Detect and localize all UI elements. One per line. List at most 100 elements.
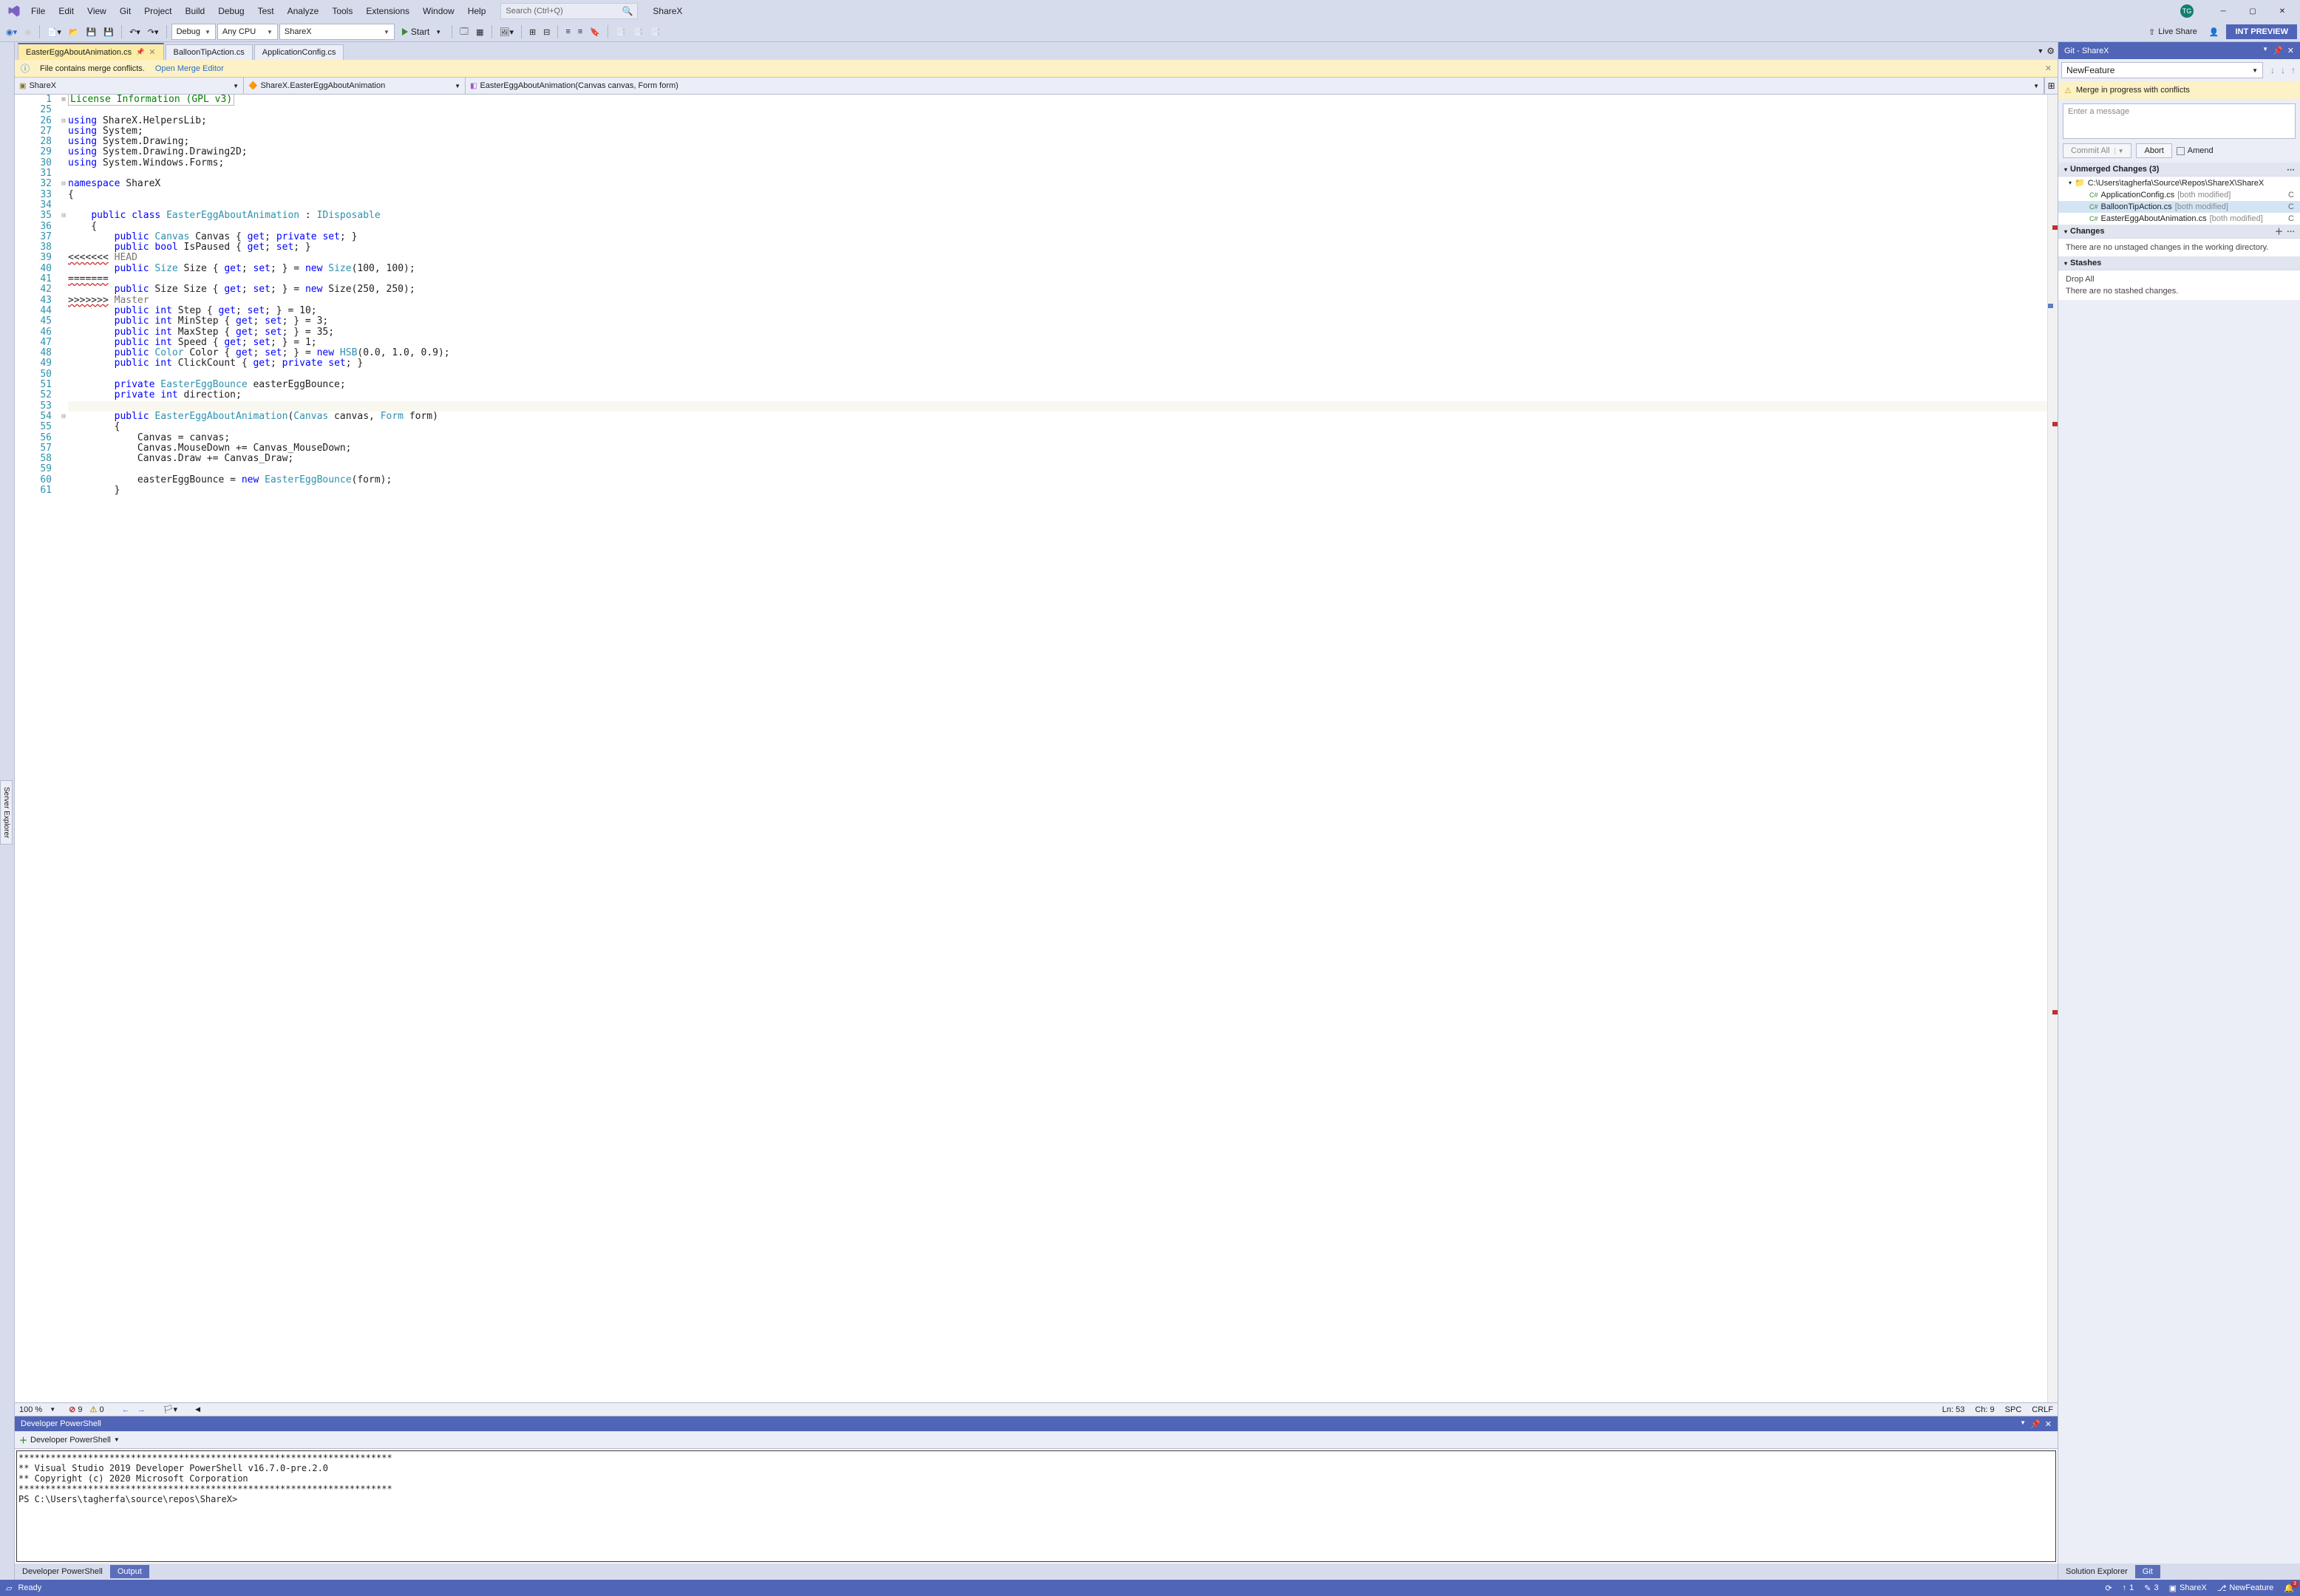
startup-combo[interactable]: ShareX▼	[279, 24, 395, 40]
pull-icon[interactable]: ↓	[2281, 65, 2285, 75]
tb-icon-4[interactable]: ⊞	[526, 24, 539, 40]
indent-mode[interactable]: SPC	[2005, 1405, 2022, 1414]
branch-combo[interactable]: NewFeature▼	[2061, 62, 2263, 78]
sb-changes[interactable]: ✎ 3	[2144, 1583, 2158, 1593]
tb-icon-1[interactable]: 🗔	[457, 24, 472, 40]
tab-overflow-icon[interactable]: ▼	[2037, 47, 2044, 55]
drop-all-link[interactable]: Drop All	[2058, 270, 2300, 285]
start-debug-button[interactable]: Start ▼	[396, 24, 447, 40]
right-tab-git[interactable]: Git	[2135, 1565, 2160, 1578]
nav-scope-combo[interactable]: ▣ ShareX▼	[15, 78, 244, 94]
open-merge-editor-link[interactable]: Open Merge Editor	[155, 64, 224, 73]
changes-header[interactable]: ▾Changes ＋ ⋯	[2058, 225, 2300, 239]
nav-forward-button[interactable]: ◉	[21, 24, 35, 40]
tb-icon-6[interactable]: 📑	[613, 24, 629, 40]
menu-debug[interactable]: Debug	[212, 3, 250, 19]
open-file-button[interactable]: 📂	[66, 24, 82, 40]
indent-right-button[interactable]: ≡	[575, 24, 585, 40]
undo-button[interactable]: ↶▾	[126, 24, 143, 40]
repo-path-row[interactable]: ▾📁 C:\Users\tagherfa\Source\Repos\ShareX…	[2058, 177, 2300, 189]
menu-test[interactable]: Test	[252, 3, 280, 19]
save-button[interactable]: 💾	[84, 24, 100, 40]
right-tab-solution-explorer[interactable]: Solution Explorer	[2058, 1565, 2135, 1578]
code-editor[interactable]: 1252627282930313233343536373839404142434…	[15, 95, 2058, 1402]
close-button[interactable]: ✕	[2267, 0, 2297, 22]
avatar[interactable]: TG	[2180, 4, 2194, 18]
ps-terminal[interactable]: ****************************************…	[16, 1450, 2056, 1562]
menu-help[interactable]: Help	[462, 3, 492, 19]
bottom-tab-developer-powershell[interactable]: Developer PowerShell	[15, 1565, 110, 1578]
unmerged-changes-header[interactable]: ▾Unmerged Changes (3) ⋯	[2058, 163, 2300, 177]
push-icon[interactable]: ↑	[2291, 65, 2296, 75]
menu-view[interactable]: View	[81, 3, 112, 19]
close-merge-bar[interactable]: ✕	[2045, 64, 2052, 73]
minimize-button[interactable]: ─	[2208, 0, 2238, 22]
fetch-icon[interactable]: ↓	[2270, 65, 2275, 75]
menu-git[interactable]: Git	[114, 3, 137, 19]
tb-icon-3[interactable]: 🖼▾	[497, 24, 517, 40]
overview-ruler[interactable]	[2047, 95, 2058, 1402]
doc-tab[interactable]: BalloonTipAction.cs	[166, 44, 253, 60]
hscroll-left[interactable]: ◀	[195, 1405, 200, 1413]
tb-icon-2[interactable]: ▦	[473, 24, 486, 40]
bottom-tab-output[interactable]: Output	[110, 1565, 149, 1578]
redo-button[interactable]: ↷▾	[145, 24, 162, 40]
feedback-button[interactable]: 👤	[2206, 24, 2222, 40]
maximize-button[interactable]: ▢	[2238, 0, 2267, 22]
close-tab-icon[interactable]: ✕	[149, 47, 155, 57]
menu-analyze[interactable]: Analyze	[282, 3, 325, 19]
abort-button[interactable]: Abort	[2136, 143, 2171, 158]
unmerged-file[interactable]: C# ApplicationConfig.cs [both modified]C	[2058, 189, 2300, 201]
sb-repo[interactable]: ▣ ShareX	[2169, 1583, 2207, 1593]
commit-all-button[interactable]: Commit All▼	[2063, 143, 2131, 158]
nav-class-combo[interactable]: 🔶 ShareX.EasterEggAboutAnimation▼	[244, 78, 466, 94]
panel-dropdown-icon[interactable]: ▼	[2262, 46, 2268, 55]
tb-icon-7[interactable]: 📑	[630, 24, 647, 40]
tb-icon-5[interactable]: ⊟	[540, 24, 553, 40]
warning-icon[interactable]: ⚠	[90, 1405, 98, 1414]
sb-sync[interactable]: ⟳	[2105, 1583, 2112, 1593]
section-more-icon[interactable]: ＋ ⋯	[2275, 225, 2296, 237]
server-explorer-tab[interactable]: Server Explorer	[0, 780, 13, 845]
doc-tab[interactable]: ApplicationConfig.cs	[254, 44, 344, 60]
plus-icon[interactable]: ＋	[19, 1434, 27, 1446]
menu-window[interactable]: Window	[417, 3, 460, 19]
nav-back-button[interactable]: ◉▾	[3, 24, 20, 40]
save-all-button[interactable]: 💾	[101, 24, 117, 40]
sb-outgoing[interactable]: ↑ 1	[2123, 1583, 2134, 1592]
tab-settings-icon[interactable]: ⚙	[2046, 46, 2055, 56]
unmerged-file[interactable]: C# EasterEggAboutAnimation.cs [both modi…	[2058, 213, 2300, 225]
nav-member-combo[interactable]: ◧ EasterEggAboutAnimation(Canvas canvas,…	[466, 78, 2044, 94]
menu-build[interactable]: Build	[180, 3, 211, 19]
doc-tab[interactable]: EasterEggAboutAnimation.cs📌✕	[18, 43, 164, 60]
nav-back-icon[interactable]: ←	[122, 1405, 130, 1414]
panel-close-icon[interactable]: ✕	[2045, 1419, 2052, 1429]
code-area[interactable]: License Information (GPL v3)using ShareX…	[68, 95, 2047, 1402]
sb-branch[interactable]: ⎇ NewFeature	[2217, 1583, 2274, 1593]
tb-icon-8[interactable]: 📑	[647, 24, 664, 40]
panel-pin-icon[interactable]: 📌	[2273, 46, 2283, 55]
fold-gutter[interactable]: ⊞⊟⊟⊟⊟	[59, 95, 68, 1402]
split-icon[interactable]: ⊞	[2044, 78, 2058, 94]
menu-file[interactable]: File	[25, 3, 51, 19]
panel-close-icon[interactable]: ✕	[2287, 46, 2294, 55]
stashes-header[interactable]: ▾Stashes	[2058, 256, 2300, 270]
section-more-icon[interactable]: ⋯	[2287, 165, 2296, 174]
eol-mode[interactable]: CRLF	[2032, 1405, 2053, 1414]
error-icon[interactable]: ⊘	[69, 1405, 75, 1414]
menu-project[interactable]: Project	[138, 3, 177, 19]
panel-dropdown-icon[interactable]: ▼	[2020, 1419, 2026, 1429]
menu-extensions[interactable]: Extensions	[360, 3, 415, 19]
commit-message-input[interactable]: Enter a message	[2063, 103, 2296, 139]
indent-left-button[interactable]: ≡	[562, 24, 573, 40]
pin-icon[interactable]: 📌	[136, 48, 144, 56]
notifications-icon[interactable]: 🔔3	[2284, 1583, 2294, 1593]
new-item-button[interactable]: 📄▾	[44, 24, 64, 40]
panel-pin-icon[interactable]: 📌	[2030, 1419, 2041, 1429]
live-share-button[interactable]: ⇧ Live Share	[2144, 27, 2202, 37]
menu-edit[interactable]: Edit	[52, 3, 80, 19]
nav-fwd-icon[interactable]: →	[137, 1405, 146, 1414]
menu-tools[interactable]: Tools	[326, 3, 358, 19]
flag-icon[interactable]: 🏳▾	[163, 1405, 178, 1414]
amend-checkbox[interactable]: Amend	[2177, 146, 2214, 155]
